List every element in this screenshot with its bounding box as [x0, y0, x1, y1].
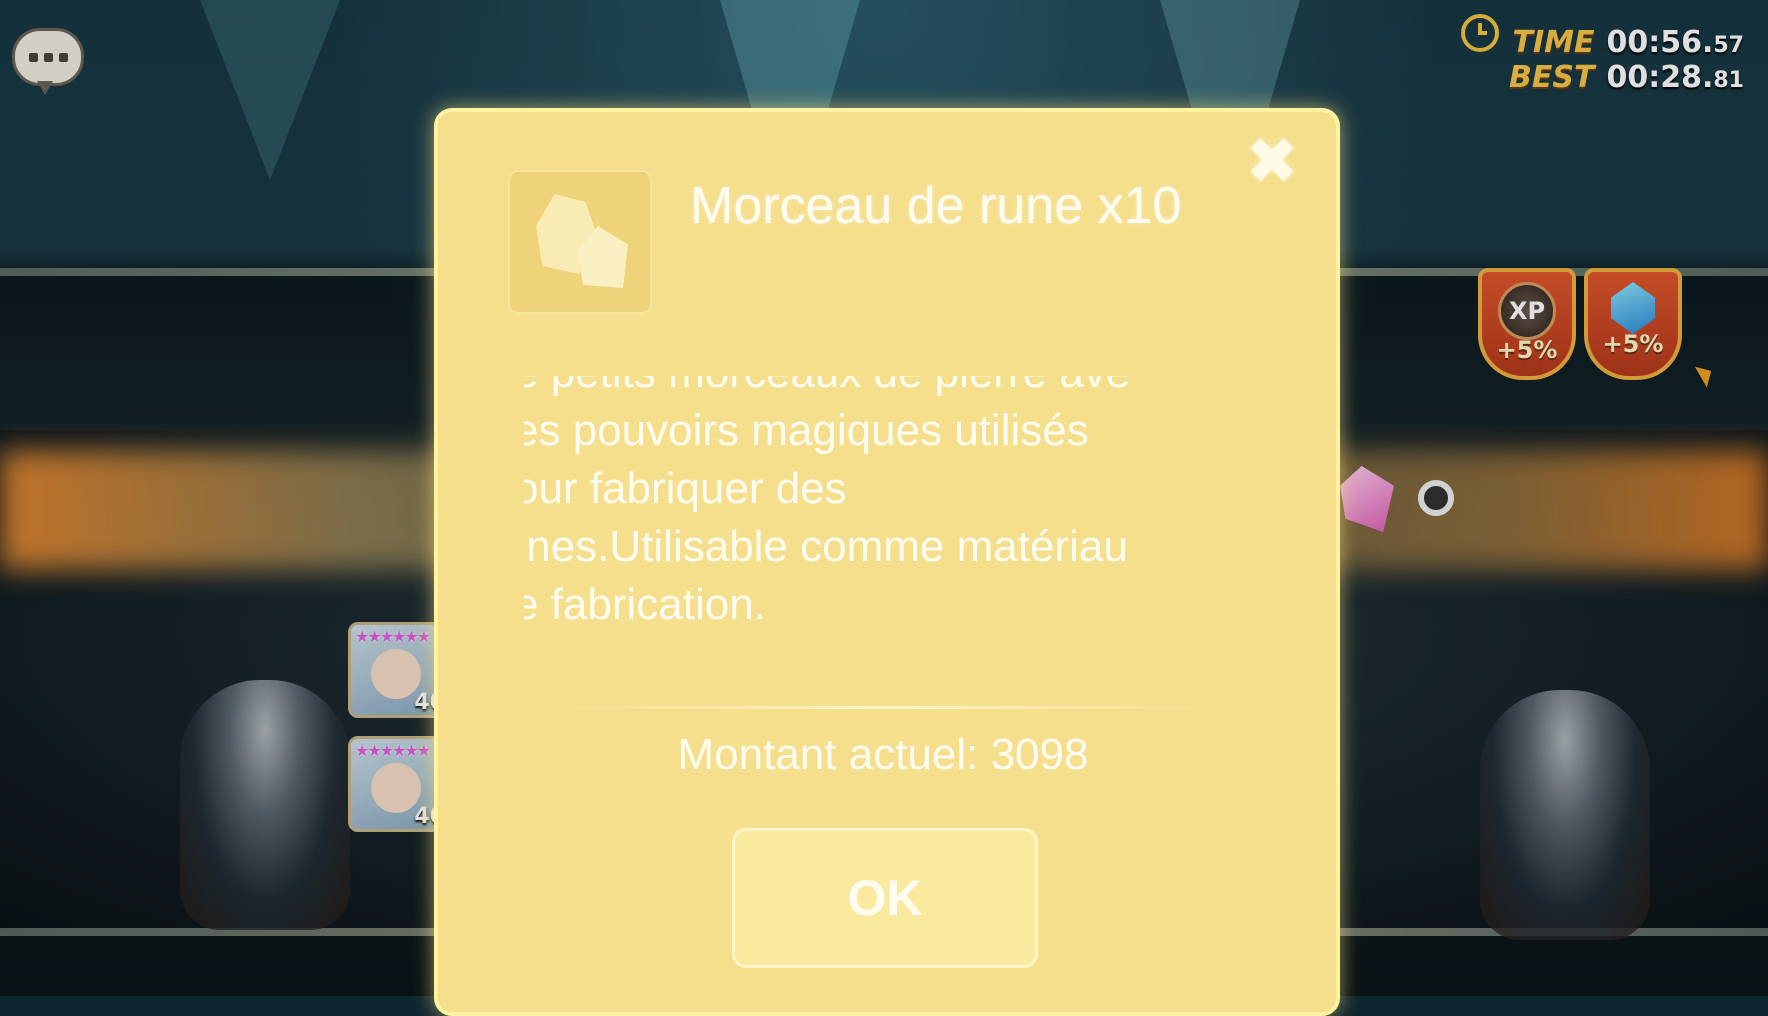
description-line: our fabriquer des — [524, 464, 847, 513]
description-line: e petits morceaux de pierre ave — [524, 376, 1210, 402]
close-button[interactable]: ✖ — [1244, 130, 1300, 194]
divider — [556, 706, 1216, 709]
description-line: ınes.Utilisable comme matériau — [524, 522, 1128, 571]
description-line: e fabrication. — [524, 580, 766, 629]
current-amount: Montant actuel: 3098 — [677, 730, 1089, 779]
description-lines: e petits morceaux de pierre ave es pouvo… — [524, 376, 1210, 634]
description-line: es pouvoirs magiques utilisés — [524, 406, 1089, 455]
item-description: e petits morceaux de pierre ave es pouvo… — [524, 376, 1210, 666]
rune-fragment-icon — [530, 194, 630, 290]
close-icon: ✖ — [1245, 125, 1299, 199]
ok-button[interactable]: OK — [732, 828, 1038, 968]
item-title: Morceau de rune x10 — [690, 177, 1182, 235]
item-icon-frame — [508, 170, 652, 314]
